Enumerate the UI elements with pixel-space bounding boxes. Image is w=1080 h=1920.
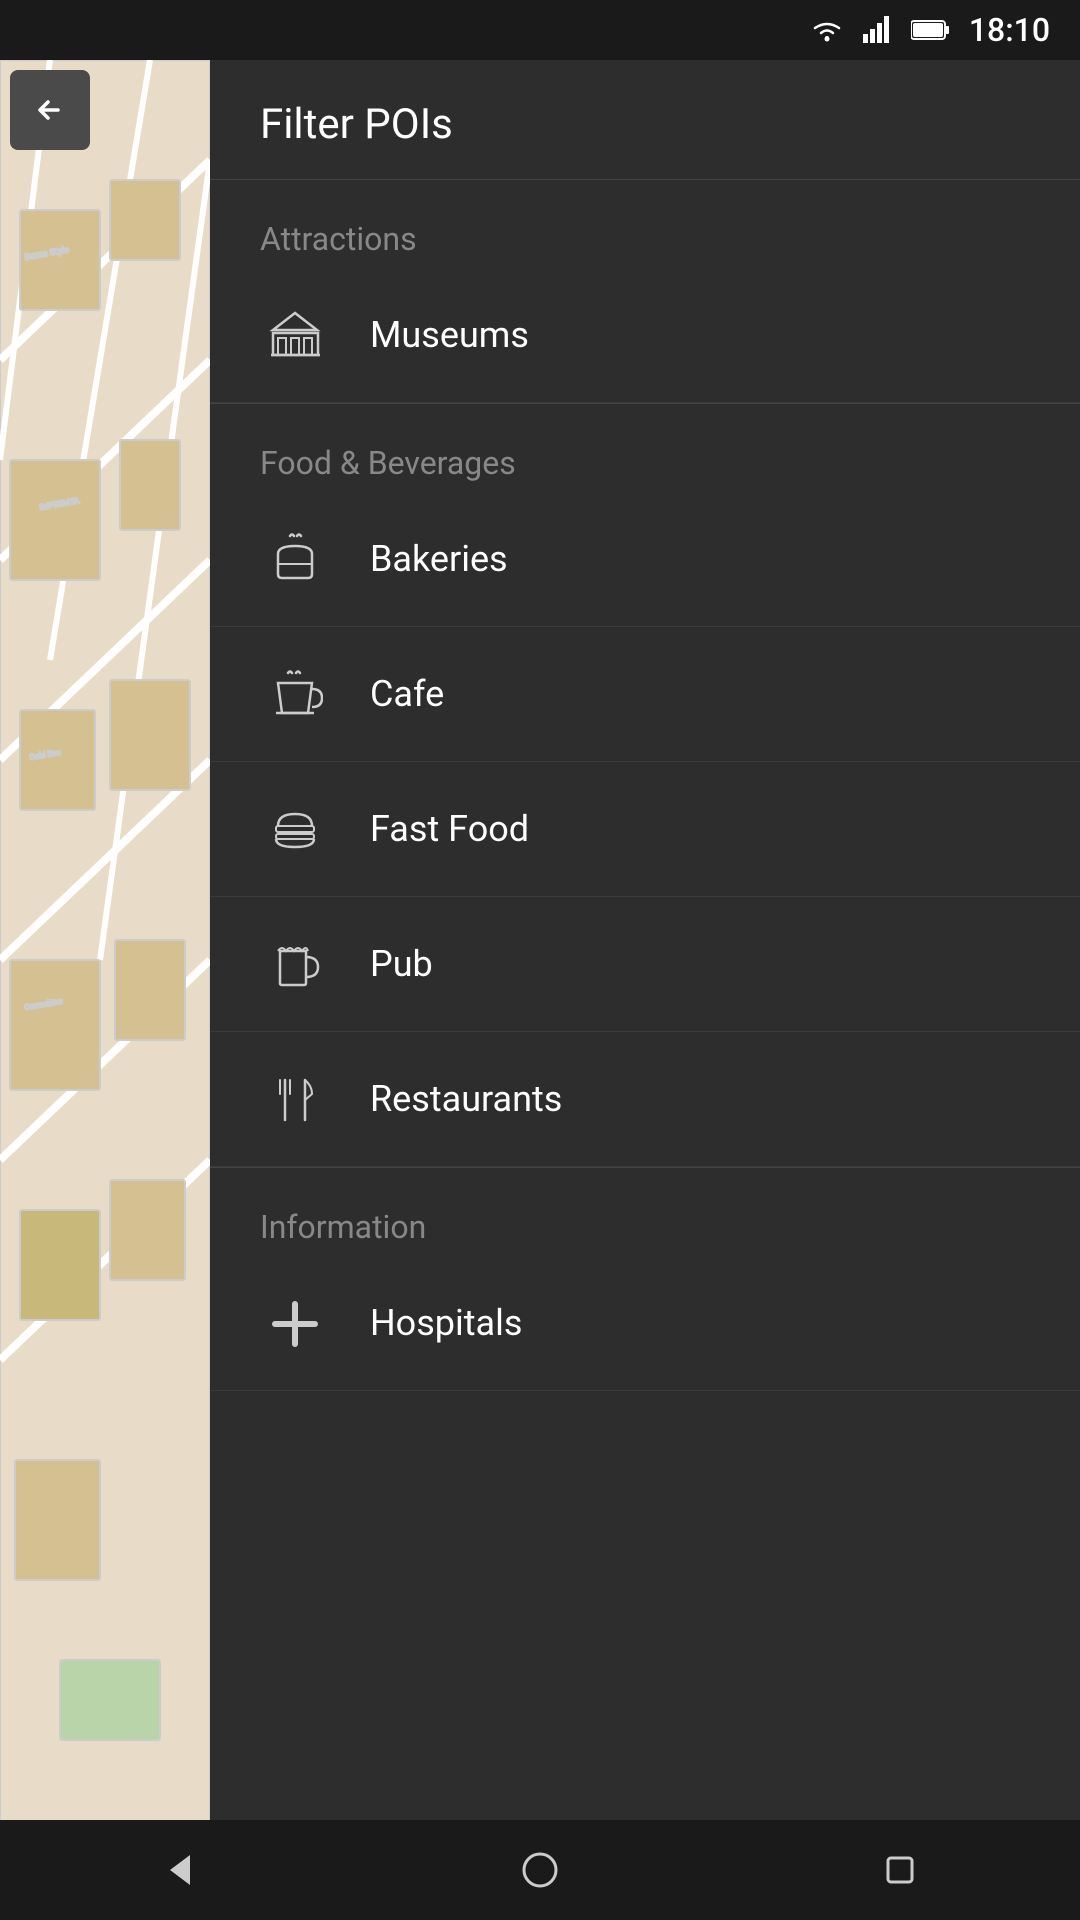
status-bar: 18:10 [0, 0, 1080, 60]
menu-item-restaurants[interactable]: Restaurants [210, 1032, 1080, 1167]
filter-panel: Filter POIs Attractions Museums Food & B… [210, 60, 1080, 1840]
menu-item-bakeries[interactable]: Bakeries [210, 492, 1080, 627]
cafe-icon [260, 659, 330, 729]
museum-icon [260, 300, 330, 370]
menu-item-pub[interactable]: Pub [210, 897, 1080, 1032]
map-area: Barna Style IMPREMTA Cold Eco Carmelitas [0, 60, 210, 1840]
section-title-attractions: Attractions [260, 220, 417, 258]
museums-label: Museums [370, 314, 529, 356]
hospitals-label: Hospitals [370, 1302, 522, 1344]
pub-icon [260, 929, 330, 999]
nav-home-icon [520, 1850, 560, 1890]
panel-title: Filter POIs [260, 100, 453, 149]
status-icons: 18:10 [809, 11, 1050, 49]
menu-item-hospitals[interactable]: Hospitals [210, 1256, 1080, 1391]
nav-back-button[interactable] [120, 1835, 240, 1905]
section-information: Information [210, 1168, 1080, 1256]
cafe-label: Cafe [370, 673, 444, 715]
fastfood-icon [260, 794, 330, 864]
menu-item-fast-food[interactable]: Fast Food [210, 762, 1080, 897]
signal-icon [863, 16, 893, 44]
pub-label: Pub [370, 943, 433, 985]
nav-back-icon [160, 1850, 200, 1890]
bakery-icon [260, 524, 330, 594]
menu-item-cafe[interactable]: Cafe [210, 627, 1080, 762]
restaurants-label: Restaurants [370, 1078, 562, 1120]
map-svg: Barna Style IMPREMTA Cold Eco Carmelitas [0, 60, 210, 1840]
back-button[interactable] [10, 70, 90, 150]
battery-icon [911, 18, 951, 42]
hospital-icon [260, 1288, 330, 1358]
section-title-information: Information [260, 1208, 426, 1246]
bakeries-label: Bakeries [370, 538, 508, 580]
bottom-nav [0, 1820, 1080, 1920]
back-arrow-icon [30, 90, 70, 130]
nav-recents-button[interactable] [840, 1835, 960, 1905]
wifi-icon [809, 16, 845, 44]
section-food: Food & Beverages [210, 404, 1080, 492]
panel-header: Filter POIs [210, 60, 1080, 180]
status-time: 18:10 [969, 11, 1050, 49]
restaurant-icon [260, 1064, 330, 1134]
nav-home-button[interactable] [480, 1835, 600, 1905]
fast-food-label: Fast Food [370, 808, 529, 850]
menu-item-museums[interactable]: Museums [210, 268, 1080, 403]
nav-recents-icon [880, 1850, 920, 1890]
section-attractions: Attractions [210, 180, 1080, 268]
section-title-food: Food & Beverages [260, 444, 516, 482]
